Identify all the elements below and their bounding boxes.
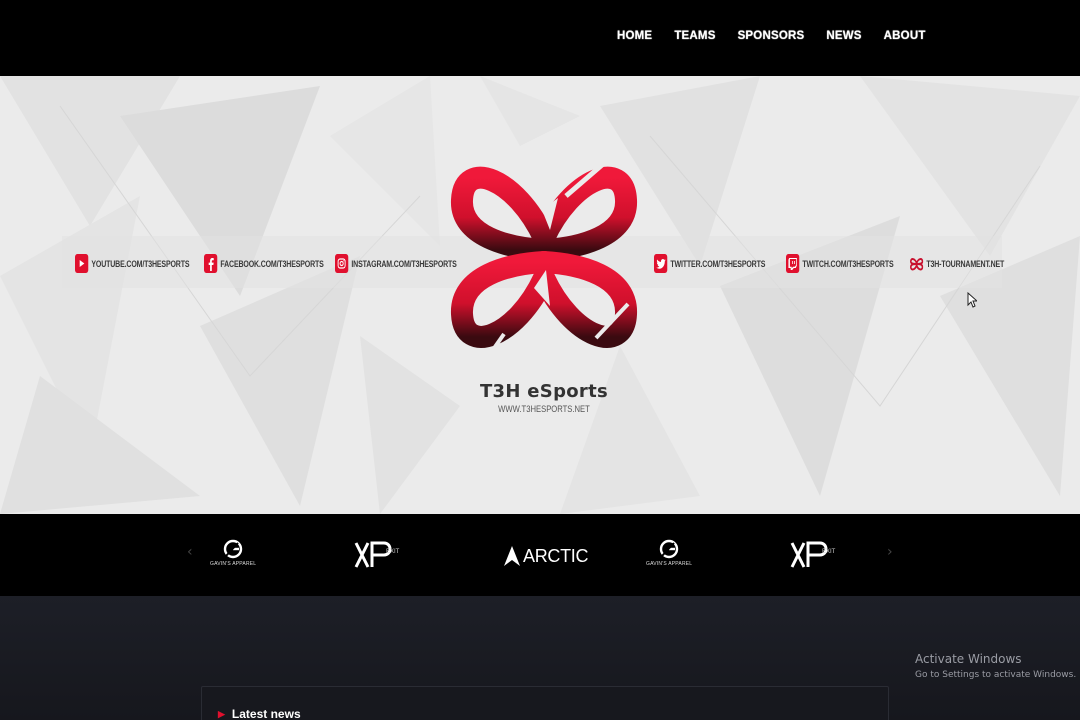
carousel-next-arrow-icon[interactable]: ›: [887, 544, 893, 560]
twitter-icon: [654, 254, 668, 273]
activate-windows-subtitle: Go to Settings to activate Windows.: [915, 670, 1077, 680]
social-youtube-label: YOUTUBE.COM/T3HESPORTS: [91, 258, 190, 269]
carousel-prev-arrow-icon[interactable]: ‹: [187, 544, 193, 560]
social-twitter-link[interactable]: TWITTER.COM/T3HESPORTS: [654, 254, 765, 273]
latest-news-panel: ▶ Latest news: [201, 686, 889, 720]
nav-home[interactable]: HOME: [606, 28, 663, 44]
chevron-right-icon: ▶: [218, 708, 225, 719]
social-twitch-link[interactable]: TWITCH.COM/T3HESPORTS: [786, 254, 894, 273]
social-tournament-label: T3H-TOURNAMENT.NET: [926, 258, 1005, 269]
nav-sponsors[interactable]: SPONSORS: [727, 28, 816, 44]
youtube-icon: [75, 254, 89, 273]
sponsor-xp-tag: EXIT: [386, 549, 400, 555]
latest-news-heading[interactable]: ▶ Latest news: [218, 707, 301, 720]
social-facebook-label: FACEBOOK.COM/T3HESPORTS: [220, 258, 324, 269]
t3h-esports-logo-icon: [451, 144, 637, 376]
mouse-cursor-icon: [967, 292, 977, 308]
windows-activation-watermark: Activate Windows Go to Settings to activ…: [915, 652, 1076, 680]
hero-banner: YOUTUBE.COM/T3HESPORTS FACEBOOK.COM/T3HE…: [0, 76, 1080, 514]
nav-about[interactable]: ABOUT: [873, 28, 937, 44]
sponsor-gavins-apparel-2[interactable]: GAVIN'S APPAREL: [646, 538, 692, 567]
sponsor-carousel: ‹ › GAVIN'S APPAREL EXIT ARCTIC GAVIN'S …: [0, 514, 1080, 596]
social-tournament-link[interactable]: T3H-TOURNAMENT.NET: [910, 254, 1004, 273]
twitch-icon: [786, 254, 800, 273]
brand-url: WWW.T3HESPORTS.NET: [498, 404, 590, 414]
social-instagram-link[interactable]: INSTAGRAM.COM/T3HESPORTS: [335, 254, 457, 273]
social-twitch-label: TWITCH.COM/T3HESPORTS: [802, 258, 894, 269]
social-youtube-link[interactable]: YOUTUBE.COM/T3HESPORTS: [75, 254, 190, 273]
sponsor-xp-tag-2: EXIT: [822, 549, 836, 555]
sponsor-arctic[interactable]: ARCTIC: [503, 545, 589, 567]
t3h-esports-logo: [446, 138, 642, 378]
social-facebook-link[interactable]: FACEBOOK.COM/T3HESPORTS: [204, 254, 324, 273]
latest-news-label: Latest news: [231, 707, 301, 720]
sponsor-gavins-label-2: GAVIN'S APPAREL: [646, 561, 693, 567]
gavins-apparel-logo-icon: [659, 539, 679, 559]
gavins-apparel-logo-icon: [223, 539, 243, 559]
sponsor-gavins-label: GAVIN'S APPAREL: [210, 561, 257, 567]
t3h-logo-icon: [910, 254, 924, 273]
instagram-icon: [335, 254, 349, 273]
brand-name: T3H eSports: [479, 381, 609, 402]
social-twitter-label: TWITTER.COM/T3HESPORTS: [670, 258, 766, 269]
facebook-icon: [204, 254, 218, 273]
sponsor-xp-exit-logo-2[interactable]: EXIT: [790, 541, 838, 569]
sponsor-xp-exit-logo[interactable]: EXIT: [354, 541, 402, 569]
nav-news[interactable]: NEWS: [815, 28, 872, 44]
activate-windows-title: Activate Windows: [915, 652, 1022, 666]
nav-teams[interactable]: TEAMS: [663, 28, 726, 44]
sponsor-arctic-label: ARCTIC: [523, 545, 589, 566]
social-instagram-label: INSTAGRAM.COM/T3HESPORTS: [351, 258, 457, 269]
arctic-logo-icon: [504, 546, 520, 566]
sponsor-gavins-apparel[interactable]: GAVIN'S APPAREL: [210, 538, 256, 567]
main-nav: HOME TEAMS SPONSORS NEWS ABOUT: [606, 28, 937, 44]
top-navigation-bar: HOME TEAMS SPONSORS NEWS ABOUT: [0, 0, 1080, 76]
